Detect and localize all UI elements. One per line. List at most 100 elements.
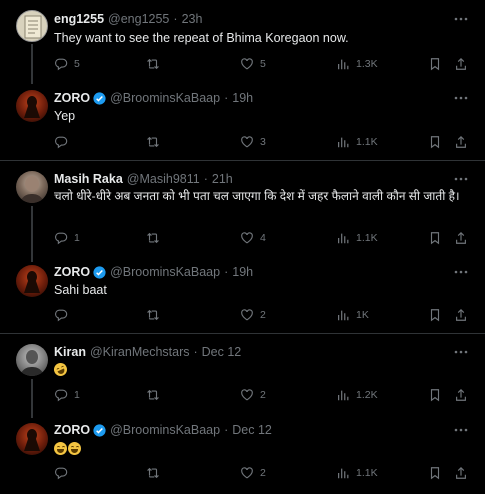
share-button[interactable]	[454, 464, 468, 482]
views-button[interactable]: 1.1K	[336, 229, 378, 247]
avatar[interactable]	[16, 423, 48, 455]
display-name[interactable]: ZORO	[54, 265, 90, 279]
retweet-button[interactable]	[146, 133, 160, 151]
like-button[interactable]: 4	[240, 229, 266, 247]
person-avatar-icon	[20, 350, 44, 376]
retweet-button[interactable]	[146, 386, 160, 404]
user-handle[interactable]: @BroominsKaBaap	[110, 91, 220, 105]
reply-button[interactable]	[54, 306, 68, 324]
retweet-button[interactable]	[146, 306, 160, 324]
joy-emoji-icon	[54, 442, 67, 455]
separator-dot: ·	[203, 172, 208, 186]
thread-divider	[0, 160, 485, 161]
user-handle[interactable]: @Masih9811	[127, 172, 200, 186]
share-button[interactable]	[454, 133, 468, 151]
bookmark-icon	[430, 58, 440, 71]
timestamp[interactable]: 21h	[212, 172, 233, 186]
views-button[interactable]: 1.2K	[336, 386, 378, 404]
retweet-icon	[147, 389, 159, 401]
separator-dot: ·	[224, 91, 229, 105]
user-handle[interactable]: @eng1255	[108, 12, 169, 26]
like-count: 2	[260, 389, 266, 401]
more-options-icon[interactable]	[453, 422, 469, 438]
tweet-text	[54, 441, 461, 458]
bookmark-button[interactable]	[428, 55, 442, 73]
bookmark-button[interactable]	[428, 386, 442, 404]
share-button[interactable]	[454, 386, 468, 404]
more-options-icon[interactable]	[453, 344, 469, 360]
avatar[interactable]	[16, 10, 48, 42]
user-handle[interactable]: @BroominsKaBaap	[110, 423, 220, 437]
like-button[interactable]: 2	[240, 386, 266, 404]
more-options-icon[interactable]	[453, 171, 469, 187]
display-name[interactable]: ZORO	[54, 91, 90, 105]
timestamp[interactable]: 19h	[232, 91, 253, 105]
like-button[interactable]: 3	[240, 133, 266, 151]
views-button[interactable]: 1.1K	[336, 133, 378, 151]
reply-button[interactable]: 1	[54, 386, 80, 404]
tweet-text: Yep	[54, 109, 76, 123]
avatar[interactable]	[16, 344, 48, 376]
like-button[interactable]: 2	[240, 464, 266, 482]
heart-icon	[241, 136, 253, 148]
reply-button[interactable]: 1	[54, 229, 80, 247]
views-button[interactable]: 1K	[336, 306, 369, 324]
display-name[interactable]: Masih Raka	[54, 172, 123, 186]
view-count: 1.3K	[356, 58, 378, 70]
timestamp[interactable]: 23h	[182, 12, 203, 26]
reply-button[interactable]	[54, 133, 68, 151]
tweet-header: Masih Raka @Masih9811 · 21h	[54, 170, 455, 188]
like-button[interactable]: 5	[240, 55, 266, 73]
retweet-button[interactable]	[146, 229, 160, 247]
heart-icon	[241, 467, 253, 479]
display-name[interactable]: ZORO	[54, 423, 90, 437]
user-handle[interactable]: @KiranMechstars	[90, 345, 190, 359]
retweet-button[interactable]	[146, 55, 160, 73]
like-count: 2	[260, 309, 266, 321]
warrior-avatar-icon	[24, 429, 40, 451]
more-options-icon[interactable]	[453, 11, 469, 27]
analytics-icon	[338, 233, 349, 244]
timestamp[interactable]: Dec 12	[232, 423, 272, 437]
user-handle[interactable]: @BroominsKaBaap	[110, 265, 220, 279]
tweet-header: ZORO @BroominsKaBaap · 19h	[54, 89, 455, 107]
reply-count: 1	[74, 232, 80, 244]
share-icon	[456, 231, 466, 244]
bookmark-button[interactable]	[428, 229, 442, 247]
timestamp[interactable]: 19h	[232, 265, 253, 279]
bookmark-button[interactable]	[428, 464, 442, 482]
reply-button[interactable]: 5	[54, 55, 80, 73]
avatar[interactable]	[16, 171, 48, 203]
reply-icon	[55, 389, 68, 402]
display-name[interactable]: Kiran	[54, 345, 86, 359]
like-button[interactable]: 2	[240, 306, 266, 324]
share-button[interactable]	[454, 55, 468, 73]
retweet-button[interactable]	[146, 464, 160, 482]
thread-line	[31, 206, 33, 262]
tweet-actions: 2 1.1K	[54, 464, 474, 482]
reply-button[interactable]	[54, 464, 68, 482]
share-icon	[456, 135, 466, 148]
share-button[interactable]	[454, 306, 468, 324]
views-button[interactable]: 1.3K	[336, 55, 378, 73]
view-count: 1.1K	[356, 136, 378, 148]
retweet-icon	[147, 467, 159, 479]
like-count: 3	[260, 136, 266, 148]
more-options-icon[interactable]	[453, 264, 469, 280]
thread-line	[31, 44, 33, 84]
more-options-icon[interactable]	[453, 90, 469, 106]
tweet-text: चलो धीरे-धीरे अब जनता को भी पता चल जाएगा…	[54, 189, 460, 203]
views-button[interactable]: 1.1K	[336, 464, 378, 482]
tweet-text	[51, 360, 461, 379]
avatar[interactable]	[16, 90, 48, 122]
separator-dot: ·	[224, 265, 229, 279]
share-button[interactable]	[454, 229, 468, 247]
avatar[interactable]	[16, 265, 48, 297]
bookmark-button[interactable]	[428, 306, 442, 324]
reply-icon	[55, 136, 68, 149]
timestamp[interactable]: Dec 12	[202, 345, 242, 359]
bookmark-button[interactable]	[428, 133, 442, 151]
reply-icon	[55, 232, 68, 245]
display-name[interactable]: eng1255	[54, 12, 104, 26]
retweet-icon	[147, 232, 159, 244]
